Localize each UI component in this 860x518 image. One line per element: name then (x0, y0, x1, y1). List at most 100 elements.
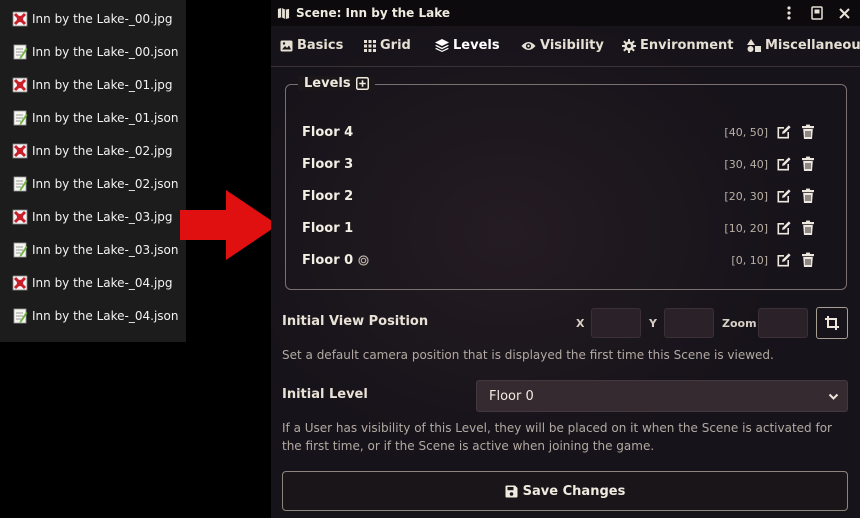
image-file-icon (12, 77, 28, 93)
crop-icon (825, 316, 839, 330)
file-name: Inn by the Lake-_02.jpg (32, 144, 173, 158)
save-icon (505, 485, 518, 497)
file-item[interactable]: Inn by the Lake-_02.jpg (12, 141, 173, 161)
edit-level-icon[interactable] (776, 220, 792, 236)
image-file-icon (12, 209, 28, 225)
initial-view-label: Initial View Position (282, 314, 429, 329)
file-item[interactable]: Inn by the Lake-_00.json (12, 42, 179, 62)
tab-label: Basics (297, 38, 344, 53)
delete-level-icon[interactable] (800, 220, 816, 236)
json-file-icon (13, 176, 28, 192)
scene-config-dialog: Scene: Inn by the Lake Basics Grid Level… (271, 0, 860, 518)
file-item[interactable]: Inn by the Lake-_02.json (12, 174, 179, 194)
level-name-text: Floor 3 (302, 156, 354, 172)
image-icon (280, 40, 293, 51)
initial-y-input[interactable] (664, 308, 714, 338)
initial-level-label: Initial Level (282, 387, 368, 402)
edit-level-icon[interactable] (776, 252, 792, 268)
tab-levels[interactable]: Levels (435, 38, 500, 53)
tab-label: Levels (453, 38, 500, 53)
close-icon[interactable] (835, 4, 853, 22)
file-name: Inn by the Lake-_04.json (32, 309, 179, 323)
file-name: Inn by the Lake-_00.jpg (32, 12, 173, 26)
initial-x-input[interactable] (591, 308, 641, 338)
level-row: Floor 3 [30, 40] (302, 154, 832, 174)
file-name: Inn by the Lake-_00.json (32, 45, 179, 59)
level-name: Floor 3 (302, 157, 353, 172)
level-name: Floor 2 (302, 189, 353, 204)
tab-basics[interactable]: Basics (280, 38, 343, 53)
level-range: [10, 20] (724, 221, 768, 235)
level-range: [30, 40] (724, 157, 768, 171)
chevron-down-icon (828, 393, 839, 400)
grid-icon (364, 39, 376, 52)
save-changes-button[interactable]: Save Changes (282, 471, 848, 511)
level-name: Floor 1 (302, 221, 353, 236)
level-range: [20, 30] (724, 189, 768, 203)
initial-zoom-input[interactable] (758, 308, 808, 338)
levels-legend-label: Levels (304, 76, 351, 91)
initial-level-select[interactable]: Floor 0 (476, 380, 848, 412)
file-name: Inn by the Lake-_03.json (32, 243, 179, 257)
initial-level-marker-icon (358, 254, 369, 266)
tab-grid[interactable]: Grid (364, 38, 411, 53)
file-name: Inn by the Lake-_04.jpg (32, 276, 173, 290)
edit-level-icon[interactable] (776, 156, 792, 172)
map-icon (277, 7, 290, 20)
file-name: Inn by the Lake-_01.jpg (32, 78, 173, 92)
file-item[interactable]: Inn by the Lake-_04.jpg (12, 273, 173, 293)
delete-level-icon[interactable] (800, 252, 816, 268)
window-header[interactable]: Scene: Inn by the Lake (271, 0, 860, 26)
tab-visibility[interactable]: Visibility (521, 38, 604, 53)
level-row: Floor 1 [10, 20] (302, 218, 832, 238)
level-name-text: Floor 4 (302, 124, 354, 140)
tab-label: Grid (380, 38, 411, 53)
level-range: [0, 10] (731, 253, 768, 267)
tab-environment[interactable]: Environment (622, 38, 734, 53)
level-row: Floor 0 [0, 10] (302, 250, 832, 270)
level-row: Floor 2 [20, 30] (302, 186, 832, 206)
journal-icon[interactable] (808, 4, 826, 22)
window-title: Scene: Inn by the Lake (296, 6, 451, 20)
initial-view-hint: Set a default camera position that is di… (282, 348, 774, 362)
level-name-text: Floor 0 (302, 252, 354, 268)
levels-fieldset: Levels Floor 4 [40, 50] Floor 3 [30, 40] Flo… (285, 76, 847, 290)
file-item[interactable]: Inn by the Lake-_01.json (12, 108, 179, 128)
level-name-text: Floor 2 (302, 188, 354, 204)
levels-legend: Levels (298, 76, 375, 91)
level-name: Floor 4 (302, 125, 353, 140)
cog-icon (622, 38, 636, 53)
file-name: Inn by the Lake-_02.json (32, 177, 179, 191)
eye-icon (521, 41, 536, 50)
delete-level-icon[interactable] (800, 188, 816, 204)
file-name: Inn by the Lake-_01.json (32, 111, 179, 125)
tab-miscellaneous[interactable]: Miscellaneous (747, 38, 860, 53)
file-item[interactable]: Inn by the Lake-_01.jpg (12, 75, 173, 95)
edit-level-icon[interactable] (776, 124, 792, 140)
level-range: [40, 50] (724, 125, 768, 139)
file-item[interactable]: Inn by the Lake-_03.json (12, 240, 179, 260)
delete-level-icon[interactable] (800, 156, 816, 172)
initial-level-value: Floor 0 (489, 388, 534, 404)
file-name: Inn by the Lake-_03.jpg (32, 210, 173, 224)
json-file-icon (13, 110, 28, 126)
json-file-icon (13, 308, 28, 324)
capture-view-button[interactable] (816, 307, 848, 339)
json-file-icon (13, 44, 28, 60)
json-file-icon (13, 242, 28, 258)
image-file-icon (12, 11, 28, 27)
level-name: Floor 0 (302, 253, 369, 268)
tab-label: Miscellaneous (765, 38, 860, 53)
image-file-icon (12, 275, 28, 291)
file-item[interactable]: Inn by the Lake-_03.jpg (12, 207, 173, 227)
edit-level-icon[interactable] (776, 188, 792, 204)
file-item[interactable]: Inn by the Lake-_00.jpg (12, 9, 173, 29)
x-label: X (576, 317, 585, 330)
delete-level-icon[interactable] (800, 124, 816, 140)
kebab-menu-icon[interactable] (780, 4, 798, 22)
level-name-text: Floor 1 (302, 220, 354, 236)
shapes-icon (747, 39, 761, 52)
add-level-icon[interactable] (355, 77, 369, 90)
layers-icon (435, 39, 449, 52)
file-item[interactable]: Inn by the Lake-_04.json (12, 306, 179, 326)
